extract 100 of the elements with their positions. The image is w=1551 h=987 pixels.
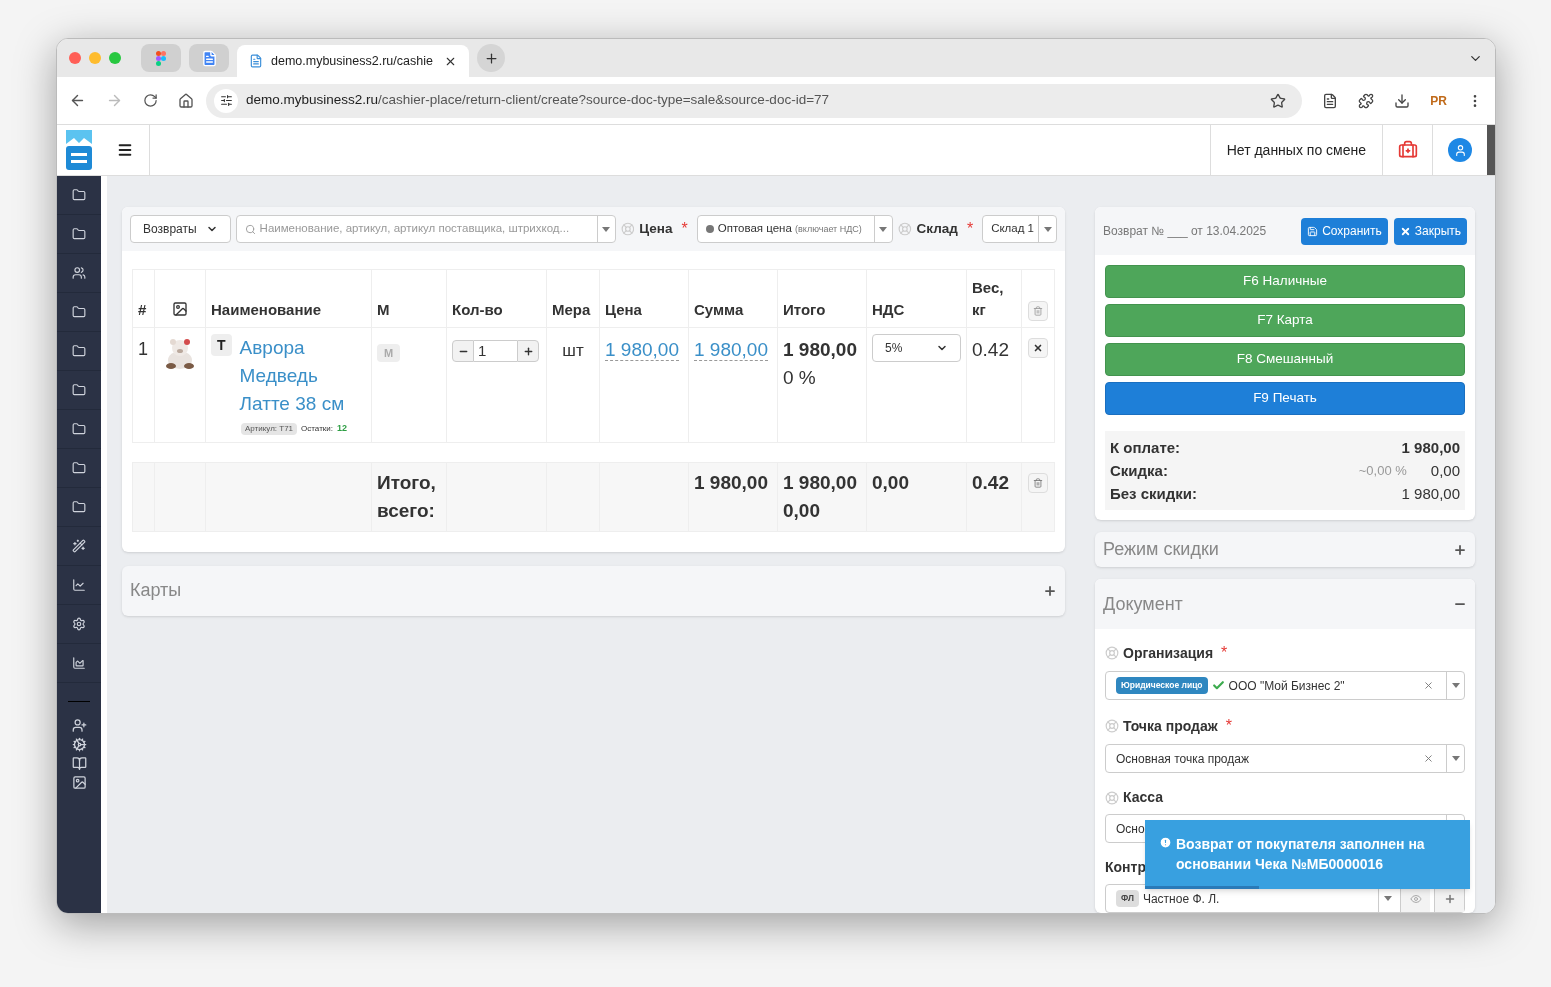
download-icon[interactable] bbox=[1394, 92, 1411, 109]
plus-icon bbox=[483, 50, 499, 66]
trash-icon bbox=[1033, 306, 1043, 316]
browser-tab[interactable]: demo.mybusiness2.ru/cashie bbox=[237, 45, 469, 77]
extensions-icon[interactable] bbox=[1358, 92, 1375, 109]
payment-button[interactable]: F8 Смешанный bbox=[1105, 343, 1465, 376]
doc-type-select[interactable]: Возвраты bbox=[130, 215, 231, 243]
gears-icon[interactable] bbox=[71, 737, 87, 752]
folder-icon[interactable] bbox=[72, 305, 86, 319]
plus-icon bbox=[522, 345, 534, 357]
caret-icon bbox=[1451, 683, 1460, 688]
unit-text: шт bbox=[562, 341, 584, 360]
address-bar[interactable]: demo.mybusiness2.ru/cashier-place/return-client/create?source-doc-type=sale&source-doc-id=77 bbox=[206, 83, 1303, 118]
field-label: Склад bbox=[916, 219, 958, 238]
column-header: М bbox=[377, 301, 390, 318]
summary-value: 0,00 bbox=[1430, 461, 1460, 481]
menu-icon[interactable] bbox=[117, 142, 133, 158]
summary-value: 1 980,00 bbox=[1401, 484, 1460, 504]
save-button[interactable]: Сохранить bbox=[1301, 217, 1388, 245]
folder-icon[interactable] bbox=[72, 461, 86, 475]
folder-icon[interactable] bbox=[72, 422, 86, 436]
gear-icon[interactable] bbox=[72, 617, 86, 631]
user-avatar[interactable] bbox=[1448, 138, 1472, 162]
price-type-select[interactable]: Оптовая цена (включает НДС) bbox=[696, 215, 893, 243]
help-icon bbox=[1105, 719, 1119, 733]
toast-message: Возврат от покупателя заполнен на основании Чека №МБ0000016 bbox=[1176, 835, 1426, 874]
expand-icon[interactable] bbox=[1043, 583, 1057, 598]
close-icon bbox=[1033, 343, 1043, 353]
article-tag: Артикул: Т71 bbox=[241, 422, 298, 435]
area-chart-icon[interactable] bbox=[72, 656, 86, 670]
bookmark-icon[interactable] bbox=[1270, 92, 1287, 109]
new-tab-button[interactable] bbox=[477, 44, 505, 72]
panel-title: Режим скидки bbox=[1103, 538, 1219, 561]
vat-select[interactable]: 5% bbox=[872, 334, 961, 362]
close-icon bbox=[1399, 225, 1411, 237]
stock-label: Остатки: bbox=[301, 422, 333, 435]
column-header: # bbox=[138, 301, 147, 318]
site-settings-icon[interactable] bbox=[219, 94, 233, 107]
clear-icon[interactable] bbox=[1423, 753, 1434, 764]
close-button[interactable]: Закрыть bbox=[1393, 217, 1467, 245]
wand-icon[interactable] bbox=[72, 539, 86, 553]
caret-icon bbox=[879, 226, 888, 232]
column-header: Сумма bbox=[694, 301, 744, 318]
required-mark: * bbox=[1225, 716, 1232, 736]
sum-link[interactable]: 1 980,00 bbox=[694, 339, 768, 361]
home-icon[interactable] bbox=[178, 92, 194, 109]
back-icon[interactable] bbox=[69, 92, 86, 109]
payment-button[interactable]: F9 Печать bbox=[1105, 382, 1465, 415]
marking-badge: М bbox=[377, 344, 401, 362]
add-icon[interactable] bbox=[1443, 892, 1456, 905]
profile-badge[interactable]: PR bbox=[1430, 94, 1447, 107]
users-icon[interactable] bbox=[72, 266, 86, 280]
field-value: Осно bbox=[1116, 820, 1145, 838]
field-label: Цена bbox=[639, 219, 673, 238]
column-header: Цена bbox=[605, 301, 642, 318]
help-icon bbox=[1105, 790, 1119, 805]
field-value: ООО "Мой Бизнес 2" bbox=[1228, 677, 1345, 695]
user-plus-icon[interactable] bbox=[71, 718, 87, 733]
pinned-tab[interactable] bbox=[189, 44, 229, 72]
reload-icon[interactable] bbox=[143, 93, 158, 108]
price-link[interactable]: 1 980,00 bbox=[605, 339, 679, 361]
url-text: demo.mybusiness2.ru/cashier-place/return-client/create?source-doc-type=sale&source-doc-id=77 bbox=[246, 91, 831, 110]
summary-note: ~0,00 % bbox=[1358, 462, 1407, 480]
line-chart-icon[interactable] bbox=[72, 578, 86, 592]
totals-weight: 0.42 bbox=[972, 471, 1009, 493]
summary-value: 1 980,00 bbox=[1401, 438, 1460, 458]
alert-icon bbox=[1159, 836, 1172, 849]
scrollbar[interactable] bbox=[1487, 125, 1495, 175]
payment-button[interactable]: F7 Карта bbox=[1105, 304, 1465, 337]
search-icon bbox=[244, 223, 256, 235]
search-field[interactable]: Наименование, артикул, артикул поставщика, штрихкод... bbox=[235, 215, 616, 243]
remove-row-button[interactable] bbox=[1028, 338, 1048, 358]
total-amount: 1 980,00 bbox=[783, 338, 858, 362]
column-header: Итого bbox=[783, 301, 826, 318]
folder-icon[interactable] bbox=[72, 344, 86, 358]
save-icon bbox=[1307, 225, 1319, 237]
help-icon bbox=[897, 222, 912, 236]
expand-icon[interactable] bbox=[1453, 542, 1467, 557]
increase-button[interactable] bbox=[517, 340, 539, 362]
payment-button[interactable]: F6 Наличные bbox=[1105, 265, 1465, 298]
field-value: Частное Ф. Л. bbox=[1142, 890, 1220, 908]
image-icon[interactable] bbox=[71, 775, 87, 790]
totals-label: Итого, всего: bbox=[377, 471, 436, 521]
folder-icon[interactable] bbox=[72, 383, 86, 397]
pinned-tab[interactable] bbox=[141, 44, 181, 72]
book-icon[interactable] bbox=[71, 756, 87, 771]
extension-icon[interactable] bbox=[1322, 92, 1339, 109]
product-name-link[interactable]: Аврора Медведь Латте 38 см bbox=[239, 334, 366, 418]
first-aid-icon[interactable] bbox=[1397, 140, 1418, 160]
tab-title: demo.mybusiness2.ru/cashie bbox=[271, 52, 434, 70]
select-field[interactable]: Основная точка продаж bbox=[1105, 744, 1465, 773]
folder-icon[interactable] bbox=[72, 188, 86, 202]
caret-icon bbox=[602, 226, 611, 232]
clear-icon[interactable] bbox=[1423, 680, 1434, 691]
folder-icon[interactable] bbox=[72, 500, 86, 514]
help-icon bbox=[1105, 646, 1119, 660]
select-field[interactable]: Юридическое лицо ООО "Мой Бизнес 2" bbox=[1105, 671, 1465, 700]
folder-icon[interactable] bbox=[72, 227, 86, 241]
warehouse-select[interactable]: Склад 1 bbox=[982, 215, 1057, 243]
document-icon bbox=[200, 49, 218, 67]
